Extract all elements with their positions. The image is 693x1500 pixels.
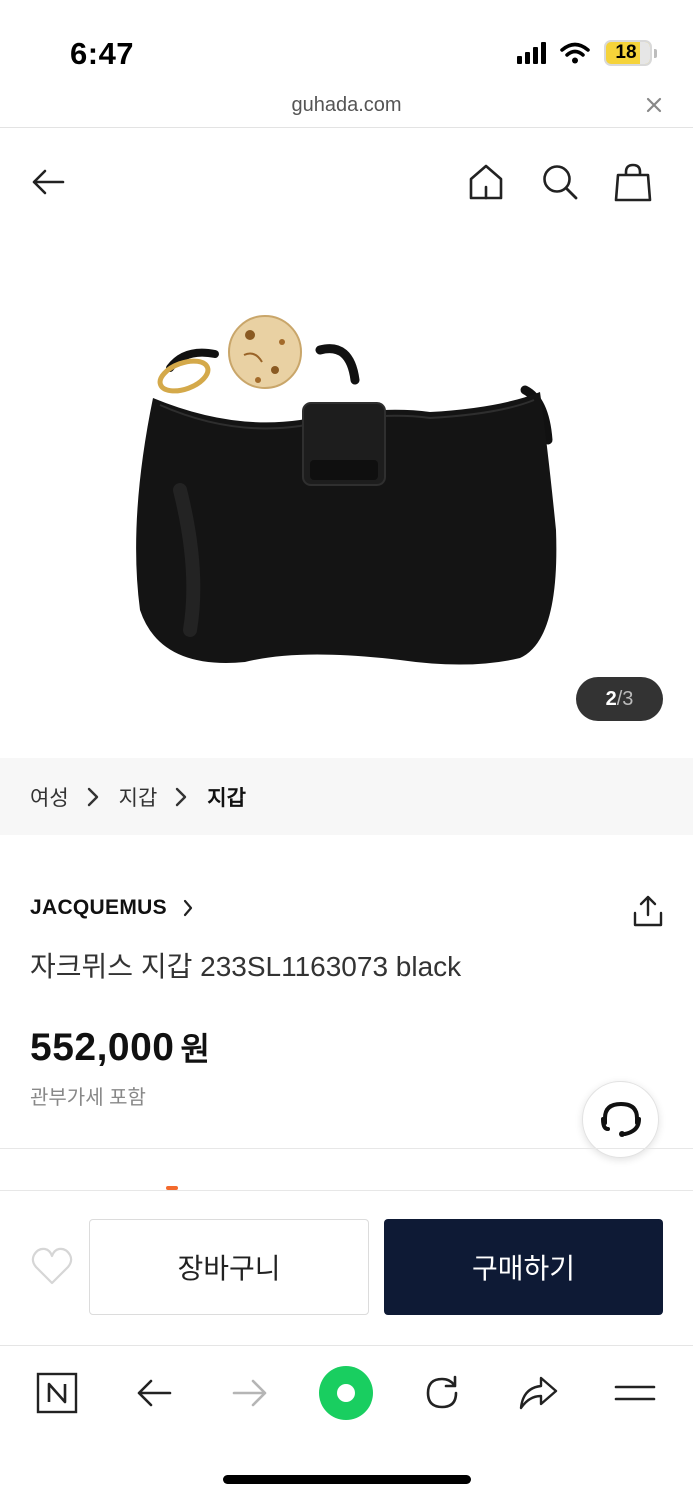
add-to-cart-button[interactable]: 장바구니: [89, 1219, 369, 1315]
breadcrumb: 여성 지갑 지갑: [0, 758, 693, 835]
home-indicator[interactable]: [223, 1475, 471, 1484]
forward-arrow-icon: [232, 1379, 267, 1407]
back-arrow-icon: [32, 169, 65, 195]
buy-now-button[interactable]: 구매하기: [384, 1219, 663, 1315]
share-icon[interactable]: [630, 893, 666, 929]
status-time: 6:47: [70, 36, 135, 71]
headset-icon: [600, 1101, 641, 1137]
chevron-right-icon: [183, 899, 193, 917]
search-button[interactable]: [538, 160, 582, 204]
battery-icon: 18: [604, 40, 657, 66]
url-bar[interactable]: guhada.com: [0, 86, 693, 128]
browser-back-button[interactable]: [129, 1368, 179, 1418]
wifi-icon: [560, 42, 590, 64]
cart-button[interactable]: [611, 160, 655, 204]
image-counter-current: 2: [605, 687, 617, 710]
back-arrow-icon: [137, 1379, 172, 1407]
cellular-signal-icon: [517, 42, 546, 64]
close-icon[interactable]: [643, 94, 665, 116]
status-icons: 18: [517, 40, 657, 66]
price-amount: 552,000: [30, 1026, 175, 1069]
brand-link[interactable]: JACQUEMUS: [30, 896, 193, 920]
price-unit: 원: [180, 1031, 210, 1067]
chevron-right-icon: [87, 787, 101, 807]
divider: [0, 1148, 693, 1149]
browser-toolbar: [0, 1345, 693, 1440]
naver-n-icon: [36, 1372, 78, 1414]
naver-home-button[interactable]: [32, 1368, 82, 1418]
price-note: 관부가세 포함: [30, 1087, 146, 1109]
search-icon: [543, 165, 578, 200]
shopping-bag-icon: [614, 163, 652, 202]
breadcrumb-item-women[interactable]: 여성: [30, 782, 69, 812]
status-bar: 6:47 18: [0, 0, 693, 86]
brand-name[interactable]: JACQUEMUS: [30, 896, 167, 920]
browser-forward-button[interactable]: [225, 1368, 275, 1418]
green-dot-icon: [319, 1366, 373, 1420]
breadcrumb-item-wallet[interactable]: 지갑: [119, 782, 158, 812]
battery-level: 18: [615, 42, 637, 63]
home-button[interactable]: [464, 160, 508, 204]
app-header: [0, 130, 693, 230]
menu-icon: [614, 1385, 656, 1401]
chevron-right-icon: [175, 787, 189, 807]
home-icon: [469, 164, 503, 200]
url-text[interactable]: guhada.com: [0, 94, 693, 117]
share-page-button[interactable]: [513, 1368, 563, 1418]
customer-support-button[interactable]: [582, 1081, 659, 1158]
heart-icon[interactable]: [30, 1246, 74, 1288]
reload-icon: [426, 1375, 458, 1409]
price: 552,000 원: [30, 1024, 210, 1070]
breadcrumb-item-current[interactable]: 지갑: [207, 782, 246, 812]
reload-button[interactable]: [417, 1368, 467, 1418]
browser-menu-button[interactable]: [610, 1368, 660, 1418]
image-counter: 2/3: [576, 677, 663, 721]
green-dot-button[interactable]: [319, 1366, 373, 1420]
back-button[interactable]: [26, 160, 70, 204]
share-arrow-icon: [519, 1376, 558, 1410]
image-counter-total: 3: [622, 687, 634, 710]
product-title: 자크뮈스 지갑 233SL1163073 black: [30, 951, 462, 982]
